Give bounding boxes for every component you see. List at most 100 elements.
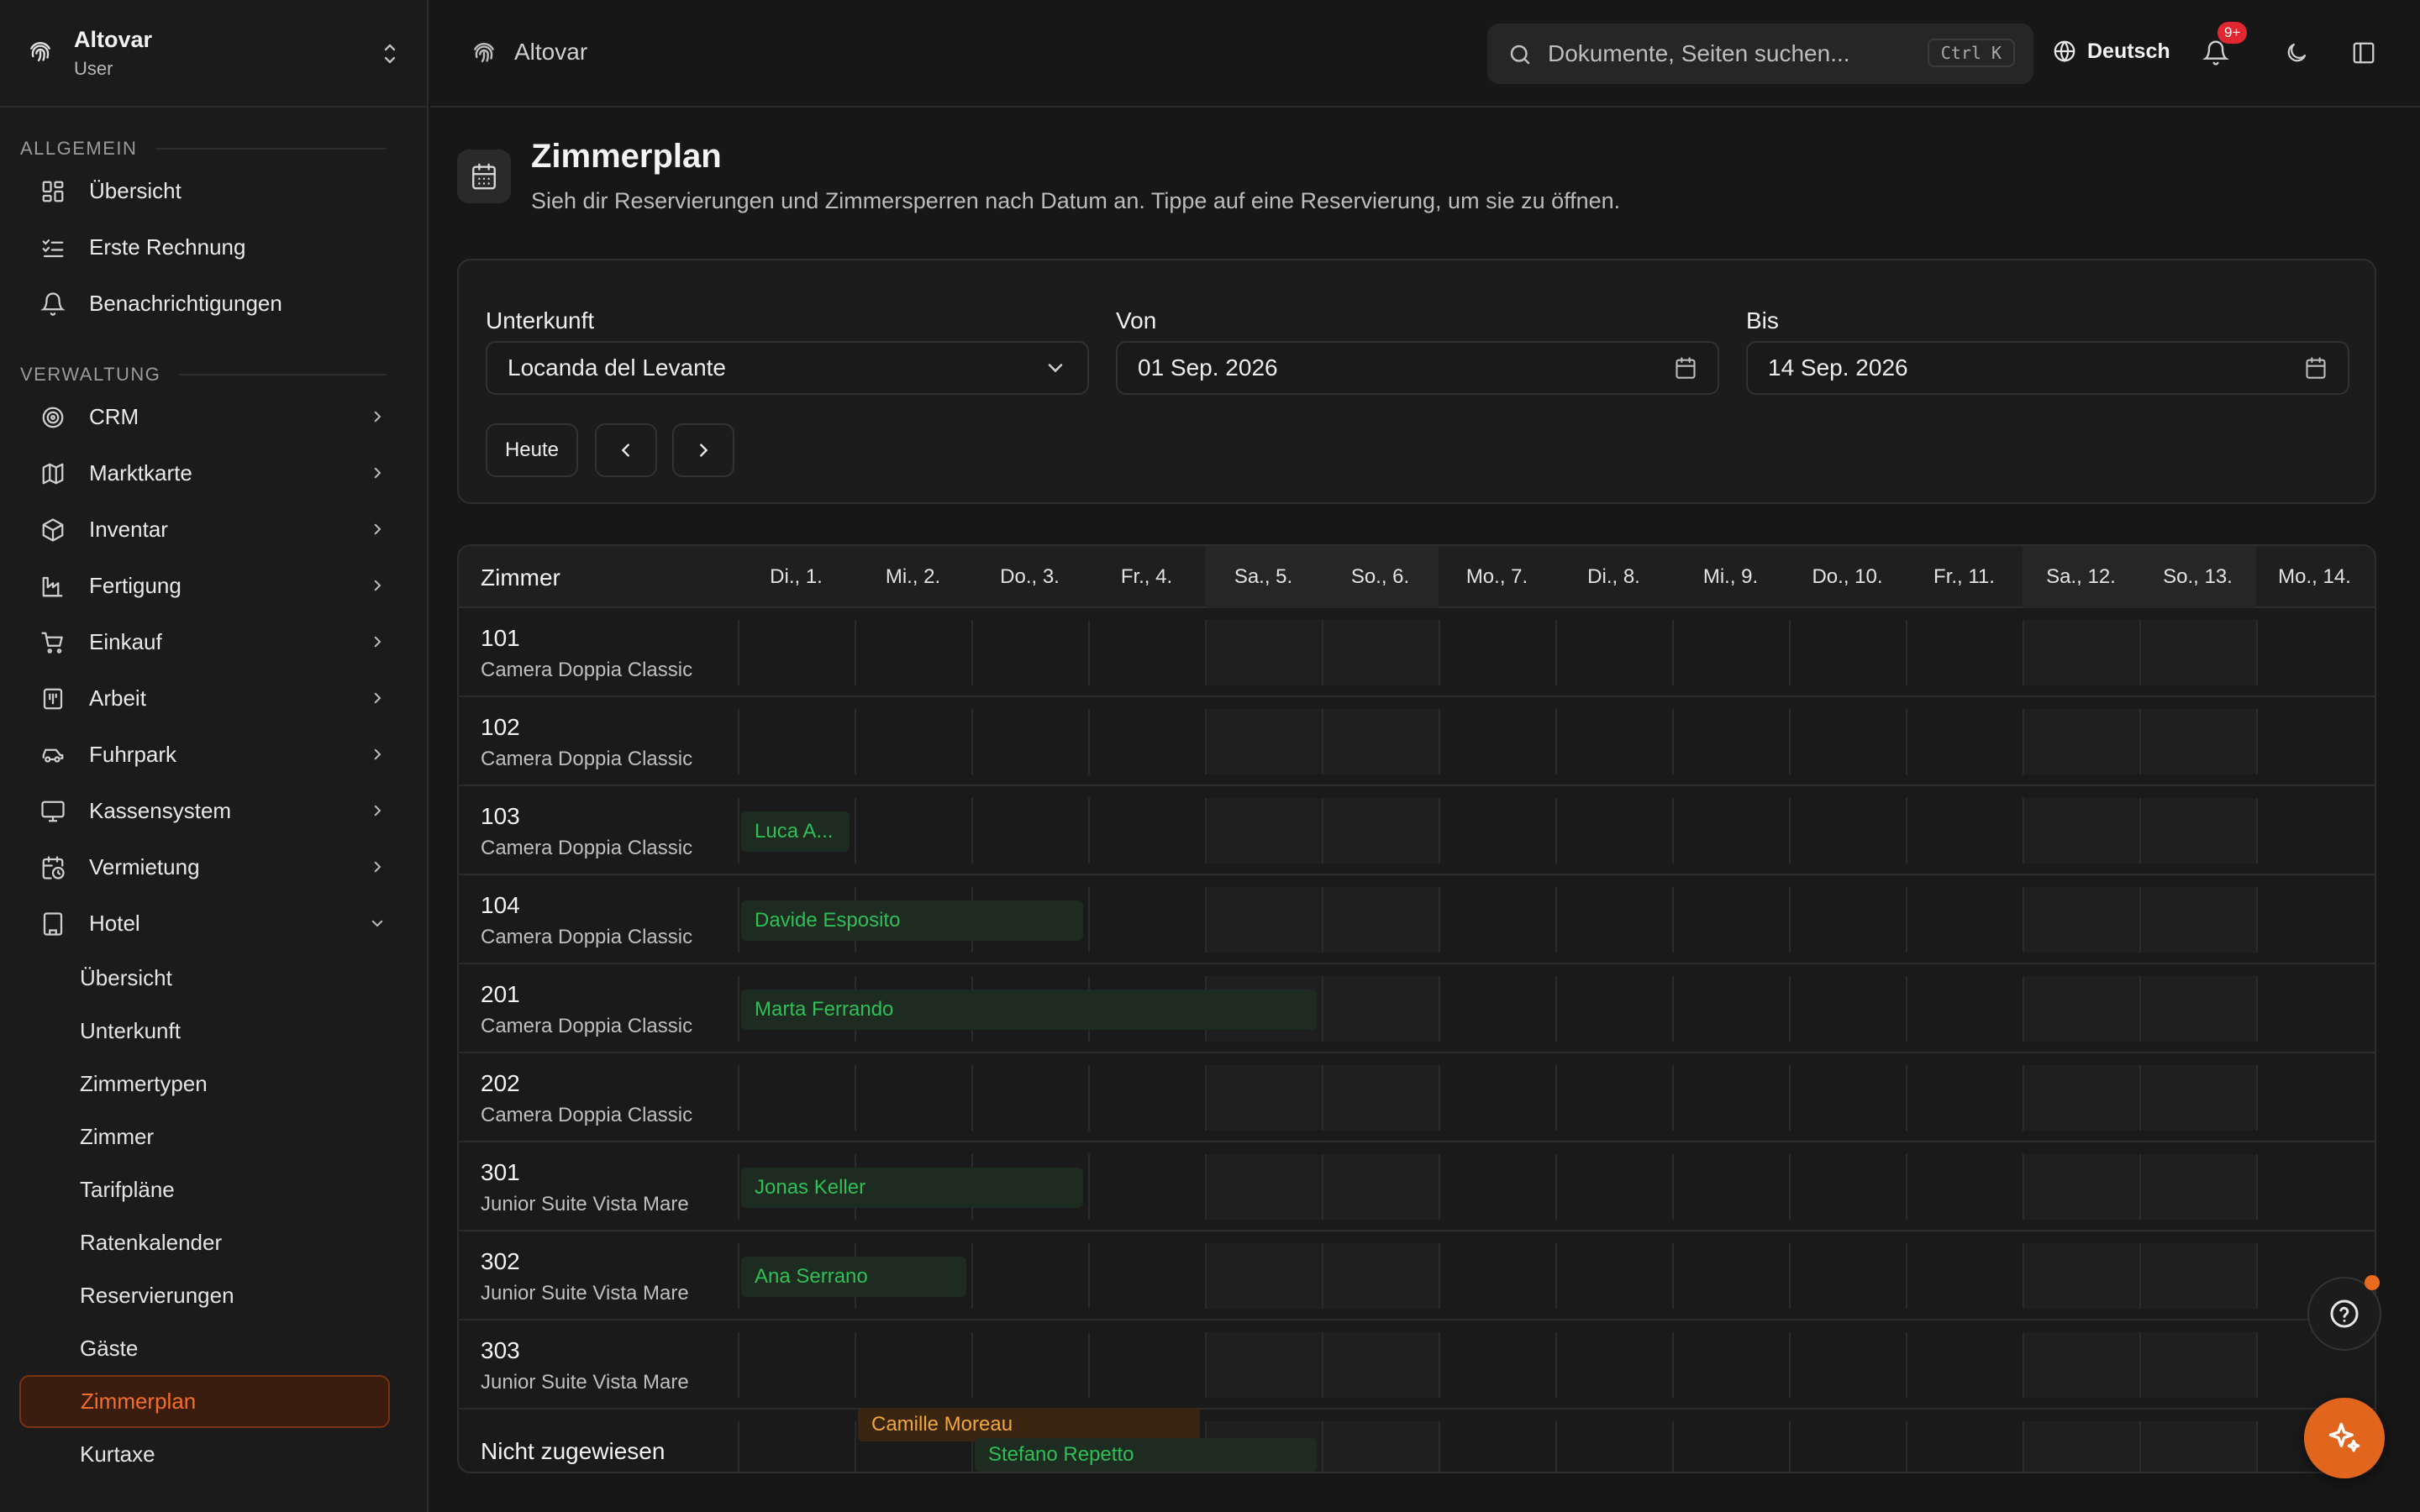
day-cell[interactable]: [2139, 1154, 2256, 1220]
day-cell[interactable]: [1205, 798, 1322, 864]
reservation-bar[interactable]: Ana Serrano: [741, 1257, 966, 1297]
sidebar-item-uebersicht[interactable]: Übersicht: [20, 163, 407, 219]
day-cell[interactable]: [2256, 709, 2373, 774]
day-cell[interactable]: [2023, 620, 2139, 685]
day-cell[interactable]: [1439, 1332, 1555, 1398]
day-cell[interactable]: [1789, 1421, 1906, 1472]
day-cell[interactable]: [2023, 1154, 2139, 1220]
today-button[interactable]: Heute: [486, 423, 578, 477]
sidebar-subitem-unterkunft[interactable]: Unterkunft: [20, 1005, 407, 1058]
day-cell[interactable]: [1555, 1065, 1672, 1131]
day-cell[interactable]: [2023, 1243, 2139, 1309]
day-cell[interactable]: [1088, 1243, 1205, 1309]
sidebar-item-benachrichtigungen[interactable]: Benachrichtigungen: [20, 276, 407, 332]
day-cell[interactable]: [1555, 1332, 1672, 1398]
day-cell[interactable]: [1789, 1332, 1906, 1398]
property-select[interactable]: Locanda del Levante: [486, 341, 1089, 395]
day-cell[interactable]: [1672, 887, 1789, 953]
sidebar-item-crm[interactable]: CRM: [20, 389, 407, 445]
sidebar-subitem-zimmertypen[interactable]: Zimmertypen: [20, 1058, 407, 1110]
day-cell[interactable]: [1906, 1243, 2023, 1309]
sidebar-subitem-uebersicht[interactable]: Übersicht: [20, 952, 407, 1005]
day-cell[interactable]: [2139, 1065, 2256, 1131]
day-cell[interactable]: [1906, 1154, 2023, 1220]
day-cell[interactable]: [1555, 976, 1672, 1042]
sidebar-item-inventar[interactable]: Inventar: [20, 501, 407, 558]
day-cell[interactable]: [1088, 887, 1205, 953]
day-cell[interactable]: [2139, 798, 2256, 864]
sidebar-subitem-tarifplaene[interactable]: Tarifpläne: [20, 1163, 407, 1216]
day-cell[interactable]: [1555, 887, 1672, 953]
day-cell[interactable]: [1322, 709, 1439, 774]
day-cell[interactable]: [1789, 1154, 1906, 1220]
to-date-field[interactable]: 14 Sep. 2026: [1746, 341, 2349, 395]
day-cell[interactable]: [2139, 976, 2256, 1042]
day-cell[interactable]: [738, 620, 855, 685]
day-cell[interactable]: [1322, 1065, 1439, 1131]
day-cell[interactable]: [1322, 620, 1439, 685]
day-cell[interactable]: [1789, 1243, 1906, 1309]
day-cell[interactable]: [1906, 798, 2023, 864]
day-cell[interactable]: [1672, 1421, 1789, 1472]
day-cell[interactable]: [1789, 976, 1906, 1042]
day-cell[interactable]: [855, 1332, 971, 1398]
sidebar-item-arbeit[interactable]: Arbeit: [20, 670, 407, 727]
day-cell[interactable]: [855, 798, 971, 864]
sidebar-subitem-ratenkalender[interactable]: Ratenkalender: [20, 1216, 407, 1269]
day-cell[interactable]: [1906, 887, 2023, 953]
day-cell[interactable]: [1906, 976, 2023, 1042]
day-cell[interactable]: [1088, 798, 1205, 864]
day-cell[interactable]: [2023, 1332, 2139, 1398]
day-cell[interactable]: [1672, 798, 1789, 864]
sidebar-subitem-kurtaxe[interactable]: Kurtaxe: [20, 1428, 407, 1481]
sidebar-item-erste-rechnung[interactable]: Erste Rechnung: [20, 219, 407, 276]
day-cell[interactable]: [1672, 1065, 1789, 1131]
day-cell[interactable]: [1205, 1243, 1322, 1309]
day-cell[interactable]: [2256, 798, 2373, 864]
day-cell[interactable]: [2023, 887, 2139, 953]
day-cell[interactable]: [1439, 798, 1555, 864]
day-cell[interactable]: [2139, 709, 2256, 774]
reservation-bar[interactable]: Marta Ferrando: [741, 990, 1317, 1030]
day-cell[interactable]: [971, 798, 1088, 864]
day-cell[interactable]: [1322, 1154, 1439, 1220]
day-cell[interactable]: [1439, 1421, 1555, 1472]
day-cell[interactable]: [1789, 798, 1906, 864]
day-cell[interactable]: [1906, 1065, 2023, 1131]
day-cell[interactable]: [1906, 1332, 2023, 1398]
sidebar-item-marktkarte[interactable]: Marktkarte: [20, 445, 407, 501]
day-cell[interactable]: [1672, 1154, 1789, 1220]
day-cell[interactable]: [2139, 1332, 2256, 1398]
day-cell[interactable]: [1205, 1154, 1322, 1220]
day-cell[interactable]: [1439, 620, 1555, 685]
sidebar-subitem-zimmerplan[interactable]: Zimmerplan: [19, 1375, 390, 1428]
day-cell[interactable]: [1088, 620, 1205, 685]
sidebar-item-fuhrpark[interactable]: Fuhrpark: [20, 727, 407, 783]
day-cell[interactable]: [1322, 1332, 1439, 1398]
day-cell[interactable]: [855, 620, 971, 685]
day-cell[interactable]: [1205, 1065, 1322, 1131]
sidebar-item-vermietung[interactable]: Vermietung: [20, 839, 407, 895]
day-cell[interactable]: [2139, 620, 2256, 685]
day-cell[interactable]: [2023, 709, 2139, 774]
day-cell[interactable]: [1439, 1065, 1555, 1131]
day-cell[interactable]: [971, 1065, 1088, 1131]
day-cell[interactable]: [1555, 709, 1672, 774]
workspace-switcher[interactable]: Altovar User: [0, 0, 427, 108]
day-cell[interactable]: [1906, 620, 2023, 685]
day-cell[interactable]: [971, 620, 1088, 685]
day-cell[interactable]: [1088, 1332, 1205, 1398]
day-cell[interactable]: [855, 1065, 971, 1131]
day-cell[interactable]: [1789, 887, 1906, 953]
sidebar-subitem-zimmer[interactable]: Zimmer: [20, 1110, 407, 1163]
reservation-bar[interactable]: Luca A...: [741, 811, 850, 852]
reservation-bar[interactable]: Camille Moreau: [858, 1408, 1200, 1441]
previous-period-button[interactable]: [595, 423, 657, 477]
day-cell[interactable]: [1555, 1154, 1672, 1220]
day-cell[interactable]: [2023, 1065, 2139, 1131]
sidebar-item-hotel[interactable]: Hotel: [20, 895, 407, 952]
day-cell[interactable]: [738, 1065, 855, 1131]
day-cell[interactable]: [1789, 1065, 1906, 1131]
day-cell[interactable]: [855, 709, 971, 774]
day-cell[interactable]: [1672, 620, 1789, 685]
